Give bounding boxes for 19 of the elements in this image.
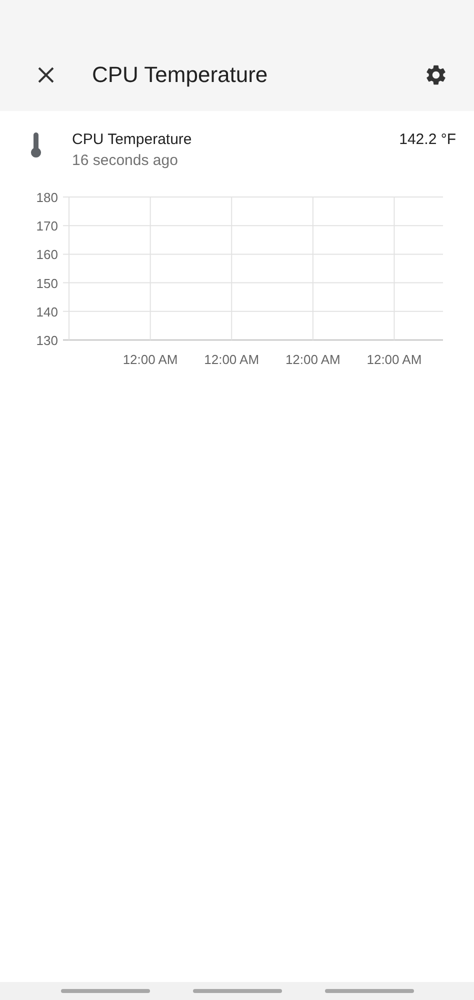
thermometer-icon [30, 132, 42, 158]
entity-state: 142.2 °F [399, 131, 456, 148]
x-tick-label: 12:00 AM [204, 352, 260, 367]
nav-handle[interactable] [192, 989, 282, 993]
y-tick-label: 180 [36, 190, 58, 205]
x-tick-label: 12:00 AM [366, 352, 422, 367]
x-tick-label: 12:00 AM [285, 352, 340, 367]
y-tick-label: 140 [36, 304, 58, 320]
nav-handle[interactable] [324, 989, 414, 993]
last-updated: 16 seconds ago [72, 152, 179, 169]
y-tick-label: 150 [36, 276, 58, 291]
nav-handle[interactable] [60, 989, 150, 993]
settings-button[interactable] [424, 63, 448, 87]
y-tick-label: 130 [36, 333, 58, 348]
entity-name: CPU Temperature [72, 131, 193, 148]
page-title: CPU Temperature [92, 62, 269, 88]
x-tick-label: 12:00 AM [122, 352, 178, 367]
y-tick-label: 170 [36, 218, 58, 234]
y-tick-label: 160 [36, 247, 58, 262]
